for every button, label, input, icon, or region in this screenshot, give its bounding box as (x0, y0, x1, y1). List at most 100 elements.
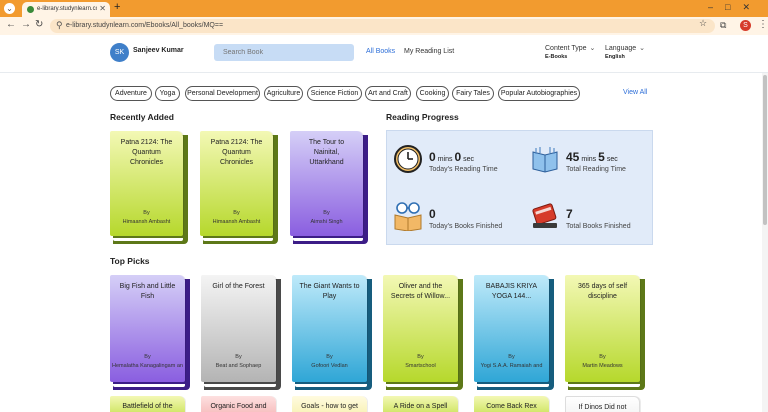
nav-all-books[interactable]: All Books (366, 48, 395, 55)
book-pages (204, 384, 276, 387)
book-author: Martin Meadows (582, 363, 623, 369)
scrollbar-thumb[interactable] (763, 75, 767, 225)
category-chip-science-fiction[interactable]: Science Fiction (307, 86, 362, 101)
total-books-count: 7 (566, 207, 573, 221)
book-author: Himaansh Ambasht (122, 219, 171, 225)
url-text: e-library.studynlearn.com/Ebooks/All_boo… (66, 22, 224, 29)
book-by: By (235, 354, 242, 360)
todays-books-finished-label: Today's Books Finished (429, 223, 503, 230)
chevron-down-icon: ⌄ (589, 45, 596, 52)
tab-search-icon[interactable]: ⌄ (4, 3, 15, 14)
content-type-dropdown[interactable]: Content Type ⌄ E-Books (545, 44, 595, 62)
category-chip-adventure[interactable]: Adventure (110, 86, 152, 101)
book-by: By (599, 354, 606, 360)
book-title: Big Fish and Little Fish (119, 283, 176, 300)
reading-glasses-book-icon (394, 202, 422, 231)
book-by: By (143, 210, 150, 216)
book-title: A Ride on a Spell (393, 403, 448, 410)
book-pages (203, 238, 273, 241)
book-by: By (233, 210, 240, 216)
total-minutes: 45 (566, 150, 580, 164)
clock-icon (394, 145, 422, 173)
book-pages (477, 384, 549, 387)
open-book-icon (532, 147, 558, 173)
recently-added-heading: Recently Added (110, 112, 174, 122)
app-header: SK Sanjeev Kumar All Books My Reading Li… (0, 35, 768, 73)
tab-close-icon[interactable]: ✕ (99, 4, 106, 13)
page-scrollbar[interactable] (762, 73, 768, 412)
reading-progress-heading: Reading Progress (386, 112, 459, 122)
reload-icon[interactable]: ↻ (35, 19, 43, 30)
book-title: Goals - how to get (301, 403, 358, 410)
book-by: By (144, 354, 151, 360)
book-title: The Tour to Nainital, Uttarkhand (308, 139, 345, 166)
user-avatar[interactable]: SK (110, 43, 129, 62)
language-value: English (605, 54, 625, 60)
browser-menu-icon[interactable]: ⋮ (758, 19, 768, 30)
forward-icon[interactable]: → (21, 19, 31, 30)
book-cover: Oliver and the Secrets of Willow... By S… (383, 275, 458, 382)
site-info-icon[interactable]: ⚲ (56, 20, 63, 31)
book-author: Gofoori Vedlan (311, 363, 348, 369)
bookmark-star-icon[interactable]: ☆ (699, 18, 707, 29)
book-title: Patna 2124: The Quantum Chronicles (210, 139, 263, 166)
back-icon[interactable]: ← (6, 19, 16, 30)
book-pages (386, 384, 458, 387)
book-cover: Patna 2124: The Quantum Chronicles By Hi… (200, 131, 273, 236)
chevron-down-icon: ⌄ (639, 45, 646, 52)
book-title: Organic Food and (210, 403, 267, 410)
search-input[interactable] (214, 44, 354, 61)
todays-seconds-unit: sec (463, 156, 475, 163)
book-pages (113, 238, 183, 241)
profile-avatar[interactable]: S (740, 20, 751, 31)
browser-tab-strip: ⌄ e-library.studynlearn.com/Ebo... ✕ + –… (0, 0, 768, 17)
book-cover: A Ride on a Spell (383, 396, 458, 412)
total-minutes-unit: mins (581, 156, 597, 163)
books-stack-icon (532, 203, 557, 228)
todays-seconds: 0 (454, 150, 462, 164)
nav-my-reading-list[interactable]: My Reading List (404, 48, 454, 55)
content-type-label: Content Type (545, 45, 587, 52)
todays-books-count: 0 (429, 207, 436, 221)
category-chip-personal-development[interactable]: Personal Development (185, 86, 260, 101)
book-cover: Goals - how to get (292, 396, 367, 412)
todays-minutes-unit: mins (437, 156, 453, 163)
total-reading-time-label: Total Reading Time (566, 166, 626, 173)
address-bar[interactable]: ⚲ e-library.studynlearn.com/Ebooks/All_b… (50, 19, 715, 33)
book-title: Battlefield of the mind (122, 403, 173, 410)
book-cover: The Tour to Nainital, Uttarkhand By Aims… (290, 131, 363, 236)
category-chip-art-and-craft[interactable]: Art and Craft (365, 86, 411, 101)
reading-progress-panel: 0 mins 0 sec Today's Reading Time 45 mins 5 se… (386, 130, 653, 245)
window-controls[interactable]: –□✕ (708, 2, 762, 13)
book-by: By (417, 354, 424, 360)
book-cover: Battlefield of the mind (110, 396, 185, 412)
book-cover: Big Fish and Little Fish By Hemalatha Ka… (110, 275, 185, 382)
category-chip-fairy-tales[interactable]: Fairy Tales (452, 86, 494, 101)
book-by: By (323, 210, 330, 216)
category-chip-cooking[interactable]: Cooking (416, 86, 449, 101)
book-title: The Giant Wants to Play (299, 283, 360, 300)
book-pages (568, 384, 640, 387)
book-cover: Girl of the Forest By Beat and Sophaep (201, 275, 276, 382)
new-tab-icon[interactable]: + (114, 1, 120, 13)
browser-tab[interactable]: e-library.studynlearn.com/Ebo... ✕ (22, 2, 110, 17)
language-dropdown[interactable]: Language ⌄ English (605, 44, 645, 62)
extensions-icon[interactable]: ⧉ (720, 20, 726, 31)
view-all-link[interactable]: View All (623, 89, 647, 96)
todays-reading-time-label: Today's Reading Time (429, 166, 498, 173)
category-chip-popular-autobiographies[interactable]: Popular Autobiographies (498, 86, 580, 101)
book-author: Himaansh Ambasht (212, 219, 261, 225)
category-chip-yoga[interactable]: Yoga (155, 86, 180, 101)
total-seconds-unit: sec (606, 156, 618, 163)
category-chip-agriculture[interactable]: Agriculture (264, 86, 303, 101)
book-author: Yogi S.A.A. Ramaiah and (480, 363, 543, 369)
book-cover: Organic Food and (201, 396, 276, 412)
book-title: Come Back Rex (486, 403, 537, 410)
book-cover: Come Back Rex (474, 396, 549, 412)
book-author: Hemalatha Kanagalingam and (112, 363, 183, 369)
book-by: By (326, 354, 333, 360)
user-name: Sanjeev Kumar (133, 47, 184, 54)
book-title: BABAJIS KRIYA YOGA 144... (485, 283, 538, 300)
total-books-finished-label: Total Books Finished (566, 223, 631, 230)
book-author: Smartschool (405, 363, 436, 369)
